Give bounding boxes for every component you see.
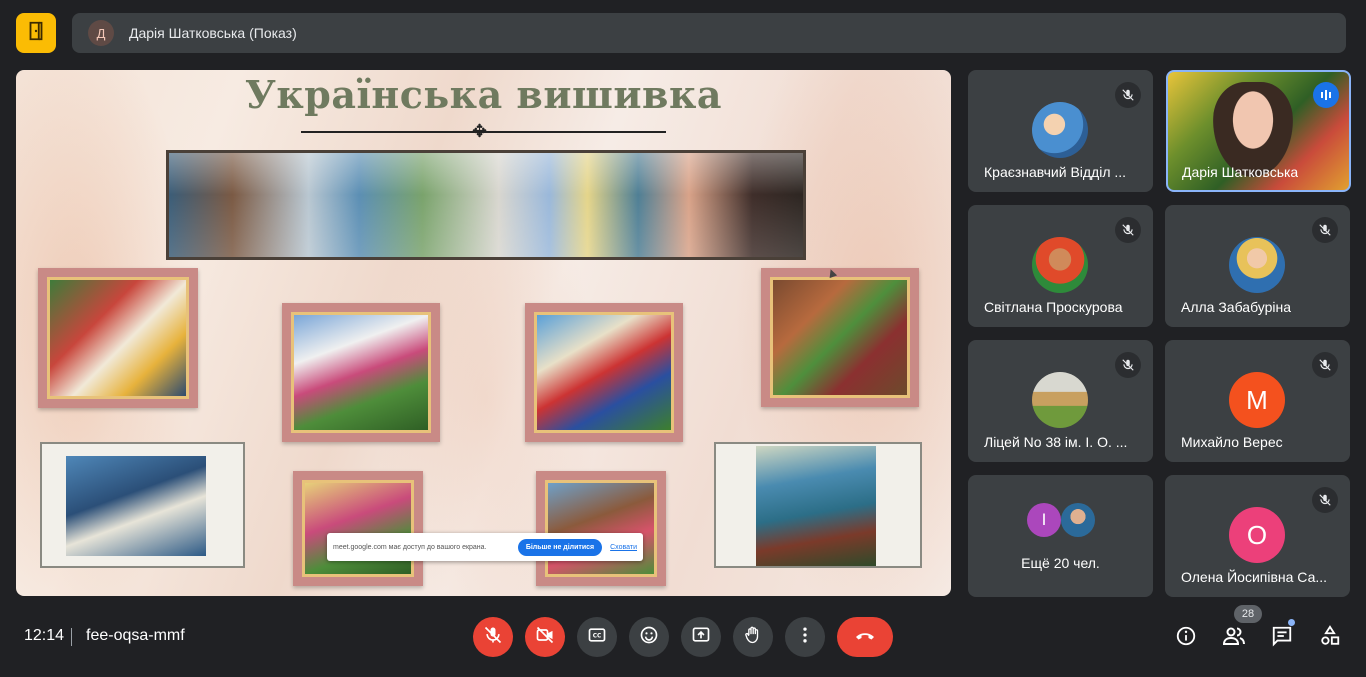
presenter-label: Дарія Шатковська (Показ) <box>129 25 297 41</box>
captions-button[interactable]: CC <box>577 617 617 657</box>
hide-toast-link[interactable]: Сховати <box>610 544 637 551</box>
avatar: M <box>1229 372 1285 428</box>
reactions-button[interactable] <box>629 617 669 657</box>
participant-name: Олена Йосипівна Са... <box>1181 569 1328 585</box>
raise-hand-icon <box>743 625 763 650</box>
avatar: I <box>1027 503 1061 537</box>
participant-name: Краєзнавчий Відділ ... <box>984 164 1127 180</box>
shared-screen[interactable]: Українська вишивка ✥ meet.google.com має… <box>16 70 951 596</box>
mic-off-icon <box>1115 82 1141 108</box>
audio-level-icon <box>1313 82 1339 108</box>
divider <box>71 628 72 646</box>
embroidery-flowers <box>761 268 919 407</box>
mic-off-icon <box>1115 217 1141 243</box>
participant-name: Світлана Проскурова <box>984 299 1123 315</box>
participant-name: Ліцей No 38 ім. І. О. ... <box>984 434 1128 450</box>
stop-sharing-button[interactable]: Більше не ділитися <box>517 538 603 556</box>
clock: 12:14 <box>24 627 65 644</box>
ornament-icon: ✥ <box>472 121 488 141</box>
avatar <box>1032 372 1088 428</box>
avatar <box>1032 102 1088 158</box>
embroidery-horse-girl <box>536 471 666 586</box>
call-controls-bar: 12:14 fee-oqsa-mmf CC 28 <box>0 600 1366 677</box>
camera-toggle-button[interactable] <box>525 617 565 657</box>
meeting-code: fee-oqsa-mmf <box>86 627 185 644</box>
avatar: O <box>1229 507 1285 563</box>
present-button[interactable] <box>681 617 721 657</box>
emoji-icon <box>639 625 659 650</box>
slide-title: Українська вишивка <box>244 72 723 117</box>
more-options-button[interactable] <box>785 617 825 657</box>
mic-off-icon <box>1312 217 1338 243</box>
info-icon <box>1175 625 1197 652</box>
screen-share-notification: meet.google.com має доступ до вашого екр… <box>327 533 643 561</box>
captions-icon: CC <box>587 625 607 650</box>
mic-off-icon <box>1115 352 1141 378</box>
presenter-avatar: Д <box>88 20 114 46</box>
more-participants-label: Ещё 20 чел. <box>1021 555 1100 571</box>
avatar <box>1061 503 1095 537</box>
participant-tile[interactable]: M Михайло Верес <box>1165 340 1350 462</box>
embroidery-girl <box>293 471 423 586</box>
participant-tile[interactable]: Алла Забабуріна <box>1165 205 1350 327</box>
people-button[interactable] <box>1220 624 1248 652</box>
embroidery-cottage <box>282 303 440 442</box>
participant-tile[interactable]: Світлана Проскурова <box>968 205 1153 327</box>
meeting-details-button[interactable] <box>1172 624 1200 652</box>
participant-tile-presenter[interactable]: Дарія Шатковська <box>1166 70 1351 192</box>
participant-tile[interactable]: Краєзнавчий Відділ ... <box>968 70 1153 192</box>
presenter-bar: Д Дарія Шатковська (Показ) <box>72 13 1346 53</box>
activities-button[interactable] <box>1316 624 1344 652</box>
mic-off-icon <box>1312 487 1338 513</box>
more-icon <box>795 625 815 650</box>
embroidery-panorama <box>166 150 806 260</box>
svg-text:CC: CC <box>593 633 602 639</box>
more-participants-tile[interactable]: I Ещё 20 чел. <box>968 475 1153 597</box>
microphone-toggle-button[interactable] <box>473 617 513 657</box>
share-toast-text: meet.google.com має доступ до вашого екр… <box>333 543 487 551</box>
participant-name: Дарія Шатковська <box>1182 164 1299 180</box>
embroidery-swans-towel <box>40 442 245 568</box>
embroidery-woman-portrait <box>38 268 198 408</box>
camera-off-icon <box>535 625 555 650</box>
participant-count-badge: 28 <box>1234 605 1262 623</box>
leave-layout-button[interactable] <box>16 13 56 53</box>
door-exit-icon <box>25 20 47 47</box>
video-feed <box>1213 82 1293 177</box>
chat-button[interactable] <box>1268 624 1296 652</box>
participant-tile[interactable]: O Олена Йосипівна Са... <box>1165 475 1350 597</box>
embroidery-couple-towel <box>714 442 922 568</box>
leave-call-button[interactable] <box>837 617 893 657</box>
participant-name: Михайло Верес <box>1181 434 1283 450</box>
mic-off-icon <box>1312 352 1338 378</box>
people-icon <box>1222 624 1246 653</box>
mic-off-icon <box>483 625 503 650</box>
participant-tile[interactable]: Ліцей No 38 ім. І. О. ... <box>968 340 1153 462</box>
end-call-icon <box>853 623 877 652</box>
chat-icon <box>1271 625 1293 652</box>
present-icon <box>691 625 711 650</box>
avatar <box>1229 237 1285 293</box>
raise-hand-button[interactable] <box>733 617 773 657</box>
embroidery-dancers <box>525 303 683 442</box>
avatar <box>1032 237 1088 293</box>
participant-name: Алла Забабуріна <box>1181 299 1292 315</box>
activities-icon <box>1319 624 1341 652</box>
